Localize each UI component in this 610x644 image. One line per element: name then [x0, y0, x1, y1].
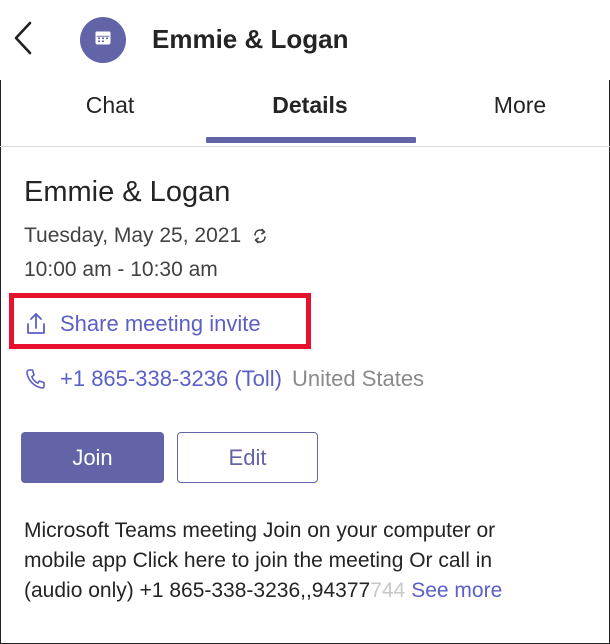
phone-country: United States: [291, 366, 425, 391]
meeting-description: Microsoft Teams meeting Join on your com…: [24, 516, 599, 606]
chevron-left-icon: [12, 20, 34, 61]
meeting-date-row: Tuesday, May 25, 2021: [24, 224, 269, 248]
avatar[interactable]: [80, 17, 126, 63]
meeting-date: Tuesday, May 25, 2021: [24, 224, 242, 247]
tab-chat[interactable]: Chat: [60, 92, 160, 132]
header-title: Emmie & Logan: [152, 24, 349, 54]
description-line-3-text: (audio only) +1 865-338-3236,,94377: [24, 579, 371, 602]
share-meeting-invite-label: Share meeting invite: [60, 311, 261, 336]
description-line-3: (audio only) +1 865-338-3236,,94377744 Se…: [24, 576, 599, 606]
share-icon: [24, 311, 48, 337]
join-button[interactable]: Join: [21, 432, 164, 483]
meeting-time: 10:00 am - 10:30 am: [24, 258, 218, 281]
phone-icon: [24, 367, 46, 391]
tab-more[interactable]: More: [470, 92, 570, 132]
description-line-2: mobile app Click here to join the meetin…: [24, 549, 493, 572]
dial-in-row: +1 865-338-3236 (Toll) United States: [24, 366, 424, 392]
share-meeting-invite-link[interactable]: Share meeting invite: [24, 311, 261, 337]
recurring-icon: [251, 227, 269, 245]
phone-number-link[interactable]: +1 865-338-3236 (Toll): [60, 366, 282, 392]
tab-bar: Chat Details More: [0, 80, 610, 147]
meeting-title: Emmie & Logan: [24, 176, 231, 208]
edit-button[interactable]: Edit: [177, 432, 318, 483]
back-button[interactable]: [8, 18, 38, 62]
active-tab-indicator: [206, 137, 416, 143]
header: Emmie & Logan: [0, 0, 610, 80]
see-more-link[interactable]: See more: [411, 579, 502, 602]
description-line-1: Microsoft Teams meeting Join on your com…: [24, 519, 496, 542]
description-line-3-fade: 744: [370, 579, 406, 602]
calendar-icon: [94, 29, 112, 52]
tab-details[interactable]: Details: [230, 92, 390, 132]
